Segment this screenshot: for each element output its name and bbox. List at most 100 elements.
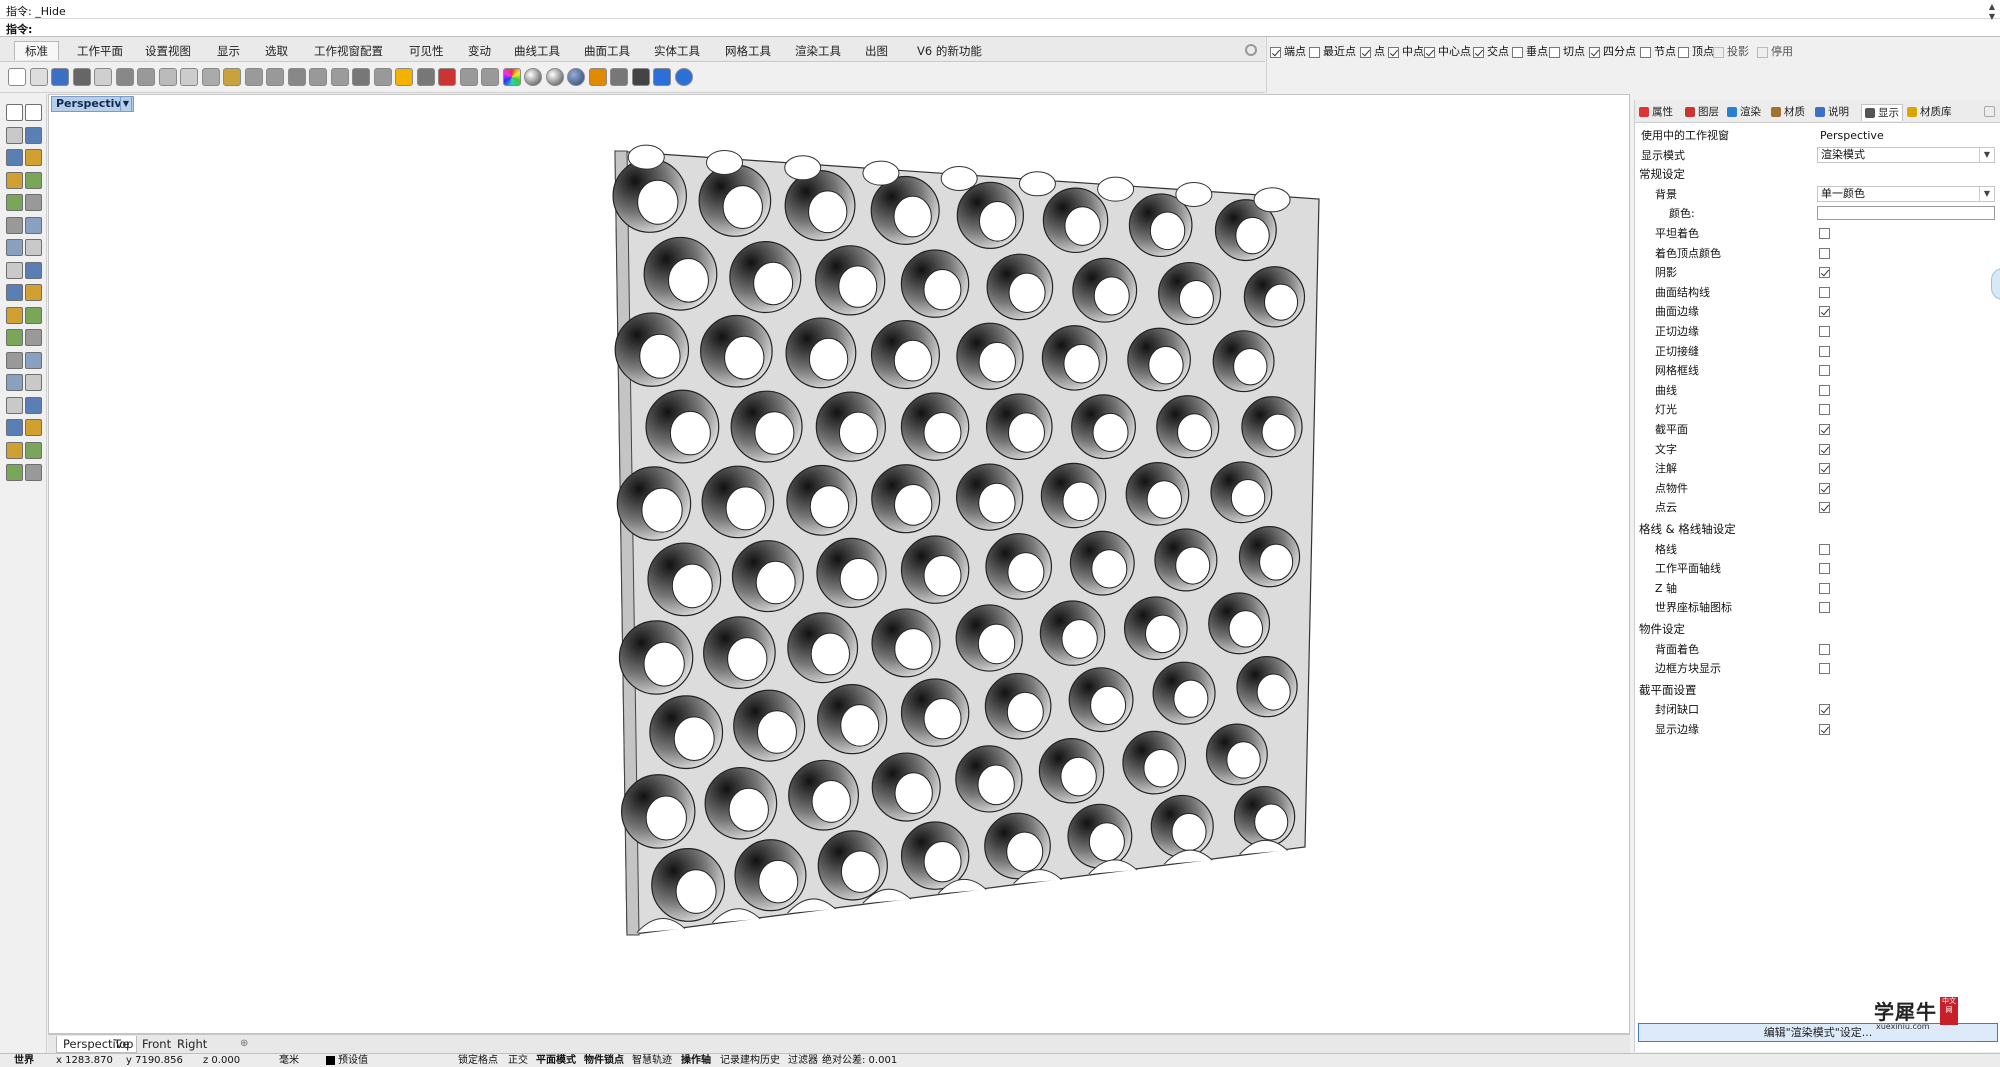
- chevron-down-icon[interactable]: ▼: [1979, 186, 1994, 201]
- general-option-checkbox[interactable]: [1819, 502, 1830, 514]
- background-color-swatch[interactable]: [1817, 206, 1995, 221]
- osnap-checkbox[interactable]: [1549, 46, 1560, 58]
- osnap-checkbox[interactable]: [1424, 46, 1435, 58]
- zoom-window-icon[interactable]: [244, 68, 263, 86]
- object-option-checkbox[interactable]: [1819, 643, 1830, 655]
- freeform-icon[interactable]: [6, 216, 23, 234]
- panel-tab-2[interactable]: 渲染: [1727, 104, 1761, 120]
- status-toggle-3[interactable]: 物件锁点: [584, 1054, 624, 1067]
- osnap-checkbox[interactable]: [1270, 46, 1281, 58]
- cylinder-icon[interactable]: [6, 284, 23, 301]
- help-icon[interactable]: [674, 68, 693, 86]
- general-option-checkbox[interactable]: [1819, 228, 1830, 239]
- osnap-12[interactable]: 停用: [1757, 45, 1793, 59]
- sphere-icon[interactable]: [524, 68, 542, 86]
- extrude-icon[interactable]: [6, 239, 23, 256]
- dimension-icon[interactable]: [25, 329, 42, 346]
- toolbar-tab-14[interactable]: V6 的新功能: [906, 41, 993, 60]
- group-icon[interactable]: [6, 396, 23, 414]
- curve-icon[interactable]: [25, 194, 42, 211]
- shade-icon[interactable]: [416, 68, 435, 86]
- status-toggle-1[interactable]: 正交: [508, 1054, 528, 1067]
- zoom-extents-icon[interactable]: [287, 68, 306, 86]
- grid-option-checkbox[interactable]: [1819, 602, 1830, 614]
- pan-icon[interactable]: [201, 68, 220, 86]
- gear-icon[interactable]: [631, 68, 650, 86]
- save-icon[interactable]: [51, 68, 69, 86]
- toolbar-tab-1[interactable]: 工作平面: [66, 41, 134, 60]
- osnap-checkbox[interactable]: [1388, 46, 1399, 58]
- analyze-icon[interactable]: [25, 419, 42, 436]
- status-toggle-2[interactable]: 平面模式: [536, 1054, 576, 1067]
- osnap-checkbox[interactable]: [1589, 46, 1600, 58]
- clipping-option-checkbox[interactable]: [1819, 724, 1830, 735]
- rotate-view-icon[interactable]: [330, 68, 349, 86]
- viewport-tab-right[interactable]: Right: [171, 1036, 213, 1052]
- network-icon[interactable]: [653, 68, 671, 86]
- four-view-icon[interactable]: [352, 68, 370, 86]
- match-icon[interactable]: [6, 464, 23, 481]
- panel-tab-6[interactable]: 材质库: [1907, 104, 1952, 120]
- circle-icon[interactable]: [6, 149, 23, 166]
- command-line[interactable]: 指令:: [0, 19, 2000, 37]
- check-icon[interactable]: [6, 419, 23, 436]
- camera-icon[interactable]: [588, 68, 607, 86]
- zoom-dynamic-icon[interactable]: [266, 68, 284, 86]
- toolbar-tab-5[interactable]: 工作视窗配置: [303, 41, 394, 60]
- sphere-solid-icon[interactable]: [25, 261, 42, 279]
- osnap-9[interactable]: 节点: [1640, 45, 1676, 59]
- light-icon[interactable]: [25, 441, 42, 459]
- globe-icon[interactable]: [567, 68, 585, 86]
- general-option-checkbox[interactable]: [1819, 286, 1830, 298]
- panel-tab-0[interactable]: 属性: [1639, 104, 1673, 120]
- polygon-icon[interactable]: [6, 194, 23, 211]
- grid-option-checkbox[interactable]: [1819, 582, 1830, 594]
- polyline-icon[interactable]: [6, 126, 23, 144]
- panel-tab-4[interactable]: 说明: [1815, 104, 1849, 120]
- open-file-icon[interactable]: [29, 68, 48, 86]
- general-option-checkbox[interactable]: [1819, 365, 1830, 377]
- status-toggle-6[interactable]: 记录建构历史: [720, 1054, 780, 1067]
- toolbar-tab-0[interactable]: 标准: [14, 41, 59, 60]
- mesh-icon[interactable]: [6, 329, 23, 346]
- osnap-checkbox[interactable]: [1640, 46, 1651, 58]
- lamp-icon[interactable]: [438, 68, 456, 86]
- status-toggle-4[interactable]: 智慧轨迹: [632, 1054, 672, 1067]
- general-option-checkbox[interactable]: [1819, 267, 1830, 279]
- zoom-selected-icon[interactable]: [309, 68, 327, 86]
- osnap-checkbox[interactable]: [1309, 46, 1320, 58]
- layer-props-icon[interactable]: [25, 396, 42, 414]
- general-option-checkbox[interactable]: [1819, 306, 1830, 318]
- block-icon[interactable]: [25, 351, 42, 369]
- toolbar-tab-9[interactable]: 曲面工具: [573, 41, 641, 60]
- general-option-checkbox[interactable]: [1819, 384, 1830, 396]
- select-icon[interactable]: [6, 104, 23, 121]
- osnap-11[interactable]: 投影: [1713, 45, 1749, 59]
- panel-options-icon[interactable]: [1984, 106, 1995, 117]
- status-layer[interactable]: 预设值: [338, 1054, 368, 1067]
- lock-icon[interactable]: [459, 68, 478, 86]
- patch-icon[interactable]: [25, 284, 42, 301]
- osnap-3[interactable]: 中点: [1388, 45, 1424, 59]
- general-option-checkbox[interactable]: [1819, 345, 1830, 357]
- viewport-tab-top[interactable]: Top: [108, 1036, 139, 1052]
- status-toggle-0[interactable]: 锁定格点: [458, 1054, 498, 1067]
- line-icon[interactable]: [25, 126, 42, 144]
- split-icon[interactable]: [25, 464, 42, 481]
- import-icon[interactable]: [94, 68, 112, 86]
- osnap-checkbox[interactable]: [1757, 46, 1768, 58]
- lightbulb-icon[interactable]: [610, 68, 628, 86]
- status-toggle-5[interactable]: 操作轴: [681, 1054, 711, 1067]
- render-tool-icon[interactable]: [6, 441, 23, 459]
- layer-icon[interactable]: [481, 68, 499, 86]
- toolbar-tab-2[interactable]: 设置视图: [134, 41, 202, 60]
- osnap-8[interactable]: 四分点: [1589, 45, 1636, 59]
- general-option-checkbox[interactable]: [1819, 404, 1830, 416]
- osnap-0[interactable]: 端点: [1270, 45, 1306, 59]
- command-scroll-arrows[interactable]: ▲ ▼: [1986, 2, 1998, 32]
- toolbar-tab-11[interactable]: 网格工具: [714, 41, 782, 60]
- box-icon[interactable]: [6, 261, 23, 279]
- rectangle-icon[interactable]: [25, 171, 42, 189]
- ellipse-icon[interactable]: [6, 171, 23, 189]
- toolbar-tab-3[interactable]: 显示: [206, 41, 251, 60]
